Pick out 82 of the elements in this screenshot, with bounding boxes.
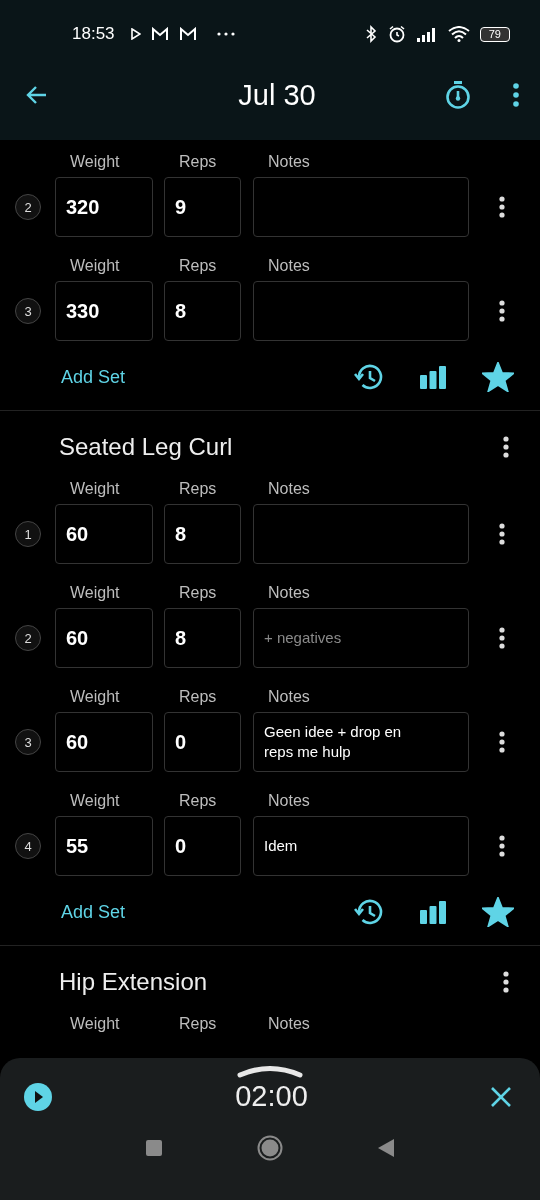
set-menu-button[interactable] — [499, 835, 505, 857]
add-set-button[interactable]: Add Set — [61, 901, 126, 923]
weight-label: Weight — [70, 153, 121, 171]
alarm-icon — [387, 25, 406, 43]
history-button[interactable] — [354, 897, 384, 927]
exercise-menu-button[interactable] — [503, 971, 509, 993]
notes-field[interactable]: Geen idee + drop en reps me hulp — [253, 712, 469, 772]
more-options-button[interactable] — [512, 83, 520, 107]
back-nav-icon[interactable] — [377, 1138, 395, 1158]
play-button[interactable] — [23, 1081, 53, 1112]
set-number: 4 — [15, 833, 41, 859]
weight-label: Weight — [70, 792, 121, 810]
exercise-menu-button[interactable] — [503, 436, 509, 458]
reps-label: Reps — [179, 792, 218, 810]
history-button[interactable] — [354, 362, 384, 392]
set-number: 3 — [15, 729, 41, 755]
notes-field[interactable] — [253, 177, 469, 237]
notes-label: Notes — [268, 480, 310, 498]
status-time: 18:53 — [72, 24, 115, 44]
play-store-icon — [130, 28, 141, 40]
notes-field[interactable]: + negatives — [253, 608, 469, 668]
weight-label: Weight — [70, 257, 121, 275]
favorite-button[interactable] — [482, 362, 514, 392]
set-menu-button[interactable] — [499, 731, 505, 753]
notes-field[interactable] — [253, 504, 469, 564]
reps-label: Reps — [179, 480, 218, 498]
notes-label: Notes — [268, 688, 310, 706]
notes-label: Notes — [268, 257, 310, 275]
weight-label: Weight — [70, 688, 121, 706]
favorite-button[interactable] — [482, 897, 514, 927]
screen-title: Jul 30 — [237, 78, 317, 112]
set-menu-button[interactable] — [499, 300, 505, 322]
notes-label: Notes — [268, 584, 310, 602]
reps-field[interactable]: 8 — [164, 504, 241, 564]
exercise-name: Seated Leg Curl — [59, 433, 234, 461]
set-number: 2 — [15, 625, 41, 651]
reps-field[interactable]: 9 — [164, 177, 241, 237]
stopwatch-button[interactable] — [444, 80, 472, 110]
set-menu-button[interactable] — [499, 627, 505, 649]
reps-label: Reps — [179, 153, 218, 171]
weight-field[interactable]: 330 — [55, 281, 153, 341]
weight-label: Weight — [70, 480, 121, 498]
mail-icon — [178, 27, 197, 41]
reps-label: Reps — [179, 1015, 218, 1033]
mail-icon — [150, 27, 169, 41]
set-number: 3 — [15, 298, 41, 324]
reps-label: Reps — [179, 688, 218, 706]
set-menu-button[interactable] — [499, 523, 505, 545]
reps-field[interactable]: 8 — [164, 608, 241, 668]
battery-indicator: 79 — [479, 26, 510, 42]
chart-button[interactable] — [419, 365, 447, 389]
set-menu-button[interactable] — [499, 196, 505, 218]
notes-label: Notes — [268, 1015, 310, 1033]
home-icon[interactable] — [257, 1135, 283, 1161]
close-button[interactable] — [490, 1085, 512, 1108]
expand-handle-icon[interactable] — [237, 1064, 303, 1078]
reps-field[interactable]: 0 — [164, 816, 241, 876]
wifi-icon — [447, 26, 470, 42]
exercise-name: Hip Extension — [59, 968, 209, 996]
weight-field[interactable]: 55 — [55, 816, 153, 876]
reps-field[interactable]: 8 — [164, 281, 241, 341]
weight-field[interactable]: 60 — [55, 608, 153, 668]
weight-label: Weight — [70, 1015, 121, 1033]
reps-label: Reps — [179, 584, 218, 602]
set-number: 1 — [15, 521, 41, 547]
notes-field[interactable]: Idem — [253, 816, 469, 876]
notes-label: Notes — [268, 153, 310, 171]
reps-label: Reps — [179, 257, 218, 275]
weight-field[interactable]: 60 — [55, 712, 153, 772]
weight-label: Weight — [70, 584, 121, 602]
recents-icon[interactable] — [145, 1139, 163, 1157]
notes-field[interactable] — [253, 281, 469, 341]
add-set-button[interactable]: Add Set — [61, 366, 126, 388]
more-notifications-icon — [216, 32, 235, 36]
timer-display: 02:00 — [235, 1080, 308, 1113]
weight-field[interactable]: 320 — [55, 177, 153, 237]
reps-field[interactable]: 0 — [164, 712, 241, 772]
chart-button[interactable] — [419, 900, 447, 924]
signal-icon — [415, 26, 438, 42]
weight-field[interactable]: 60 — [55, 504, 153, 564]
notes-label: Notes — [268, 792, 310, 810]
set-number: 2 — [15, 194, 41, 220]
